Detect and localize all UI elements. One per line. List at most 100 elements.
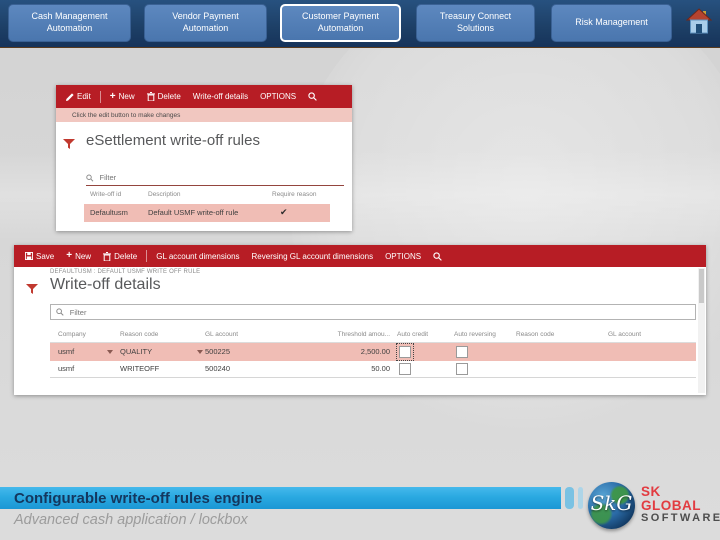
filter-field[interactable]: [50, 304, 696, 320]
column-header-description: Description: [148, 191, 181, 198]
search-icon: [86, 174, 94, 182]
slide: Cash Management Automation Vendor Paymen…: [0, 0, 720, 540]
headline-bar: Configurable write-off rules engine: [0, 487, 561, 509]
ribbon-divider: [99, 90, 101, 103]
new-label: New: [75, 251, 92, 261]
threshold-amount-cell: 50.00: [371, 364, 390, 373]
edit-button[interactable]: Edit: [60, 85, 97, 108]
search-icon: [308, 92, 317, 101]
column-header-threshold-amount: Threshold amou...: [337, 331, 390, 338]
auto-credit-checkbox[interactable]: [399, 363, 411, 375]
delete-label: Delete: [157, 92, 181, 101]
require-reason-check-icon: ✔: [280, 207, 288, 217]
filter-funnel-icon: [63, 139, 75, 149]
auto-reversing-checkbox[interactable]: [456, 346, 468, 358]
table-row[interactable]: usmf QUALITY 500225 2,500.00: [50, 343, 696, 361]
breadcrumb: DEFAULTUSM : DEFAULT USMF WRITE OFF RULE: [50, 269, 201, 275]
ribbon-search-button[interactable]: [302, 85, 323, 108]
trash-icon: [146, 92, 155, 101]
tab-risk-management[interactable]: Risk Management: [551, 4, 672, 42]
top-navigation: Cash Management Automation Vendor Paymen…: [0, 0, 720, 48]
vertical-scrollbar[interactable]: [698, 268, 705, 393]
logo-name-bottom: SOFTWARE: [641, 512, 720, 525]
edit-label: Edit: [77, 92, 91, 101]
save-icon: [25, 252, 33, 260]
search-icon: [56, 308, 64, 316]
headline-bar-accent: [578, 487, 583, 509]
column-header-write-off-id: Write-off id: [90, 191, 122, 198]
table-row[interactable]: usmf WRITEOFF 500240 50.00: [50, 361, 696, 378]
threshold-amount-cell: 2,500.00: [360, 347, 390, 356]
reason-code-cell: QUALITY: [120, 347, 153, 356]
logo-name-top: SK GLOBAL: [641, 484, 701, 514]
write-off-details-button[interactable]: Write-off details: [187, 85, 254, 108]
new-label: New: [118, 92, 135, 101]
plus-icon: +: [109, 90, 116, 102]
write-off-details-ribbon: Save + New Delete GL account dimensions …: [14, 245, 706, 267]
ribbon-divider: [146, 250, 148, 262]
tab-customer-payment-automation[interactable]: Customer Payment Automation: [280, 4, 401, 42]
new-button[interactable]: + New: [104, 85, 141, 108]
reversing-gl-account-dimensions-label: Reversing GL account dimensions: [251, 251, 374, 261]
gl-account-cell: 500225: [205, 347, 231, 356]
reversing-gl-account-dimensions-button[interactable]: Reversing GL account dimensions: [246, 245, 380, 267]
column-header-reason-code-2: Reason code: [516, 331, 555, 338]
subheadline-text: Advanced cash application / lockbox: [14, 512, 248, 528]
options-label: OPTIONS: [385, 251, 422, 261]
page-title: eSettlement write-off rules: [86, 132, 260, 149]
delete-button[interactable]: Delete: [141, 85, 187, 108]
column-header-require-reason: Require reason: [272, 191, 317, 198]
edit-hint-message: Click the edit button to make changes: [56, 108, 352, 122]
save-button[interactable]: Save: [19, 245, 60, 267]
column-header-gl-account-2: GL account: [608, 331, 642, 338]
search-icon: [433, 251, 442, 261]
column-header-auto-credit: Auto credit: [397, 331, 429, 338]
reason-code-cell: WRITEOFF: [120, 364, 160, 373]
company-cell: usmf: [58, 364, 75, 373]
globe-logo-icon: SkG: [588, 481, 635, 529]
home-icon[interactable]: [686, 7, 712, 39]
headline-bar-accent: [565, 487, 574, 509]
page-title: Write-off details: [50, 276, 161, 293]
table-row[interactable]: Defaultusm Default USMF write-off rule ✔: [84, 204, 330, 222]
write-off-rules-ribbon: Edit + New Delete Write-off details OPTI…: [56, 85, 352, 108]
gl-account-dimensions-button[interactable]: GL account dimensions: [150, 245, 245, 267]
options-label: OPTIONS: [260, 92, 297, 101]
pencil-icon: [66, 92, 74, 101]
chevron-down-icon[interactable]: [107, 350, 113, 354]
delete-label: Delete: [114, 251, 138, 261]
tab-vendor-payment-automation[interactable]: Vendor Payment Automation: [144, 4, 267, 42]
column-header-reason-code: Reason code: [120, 331, 159, 338]
description-cell: Default USMF write-off rule: [148, 208, 239, 217]
logo-monogram: SkG: [590, 490, 633, 515]
write-off-rules-window: Edit + New Delete Write-off details OPTI…: [56, 85, 352, 231]
save-label: Save: [36, 251, 55, 261]
tab-cash-management-automation[interactable]: Cash Management Automation: [8, 4, 131, 42]
scrollbar-thumb[interactable]: [699, 269, 704, 303]
headline-text: Configurable write-off rules engine: [14, 489, 263, 507]
trash-icon: [103, 251, 112, 261]
delete-button[interactable]: Delete: [97, 245, 143, 267]
filter-input[interactable]: [97, 172, 344, 183]
auto-reversing-checkbox[interactable]: [456, 363, 468, 375]
auto-credit-checkbox[interactable]: [396, 343, 414, 361]
table-header-row: Company Reason code GL account Threshold…: [50, 329, 696, 343]
chevron-down-icon[interactable]: [197, 350, 203, 354]
write-off-id-cell: Defaultusm: [90, 208, 128, 217]
filter-field[interactable]: [86, 170, 344, 186]
tab-treasury-connect-solutions[interactable]: Treasury Connect Solutions: [416, 4, 535, 42]
filter-funnel-icon: [26, 284, 38, 294]
plus-icon: +: [66, 250, 73, 261]
ribbon-search-button[interactable]: [427, 245, 448, 267]
company-cell: usmf: [58, 347, 75, 356]
new-button[interactable]: + New: [60, 245, 97, 267]
gl-account-cell: 500240: [205, 364, 231, 373]
column-header-auto-reversing: Auto reversing: [454, 331, 496, 338]
column-header-gl-account: GL account: [205, 331, 239, 338]
filter-input[interactable]: [67, 306, 695, 318]
options-button[interactable]: OPTIONS: [379, 245, 427, 267]
options-button[interactable]: OPTIONS: [254, 85, 302, 108]
column-header-company: Company: [58, 331, 86, 338]
write-off-details-label: Write-off details: [192, 92, 249, 101]
gl-account-dimensions-label: GL account dimensions: [156, 251, 240, 261]
